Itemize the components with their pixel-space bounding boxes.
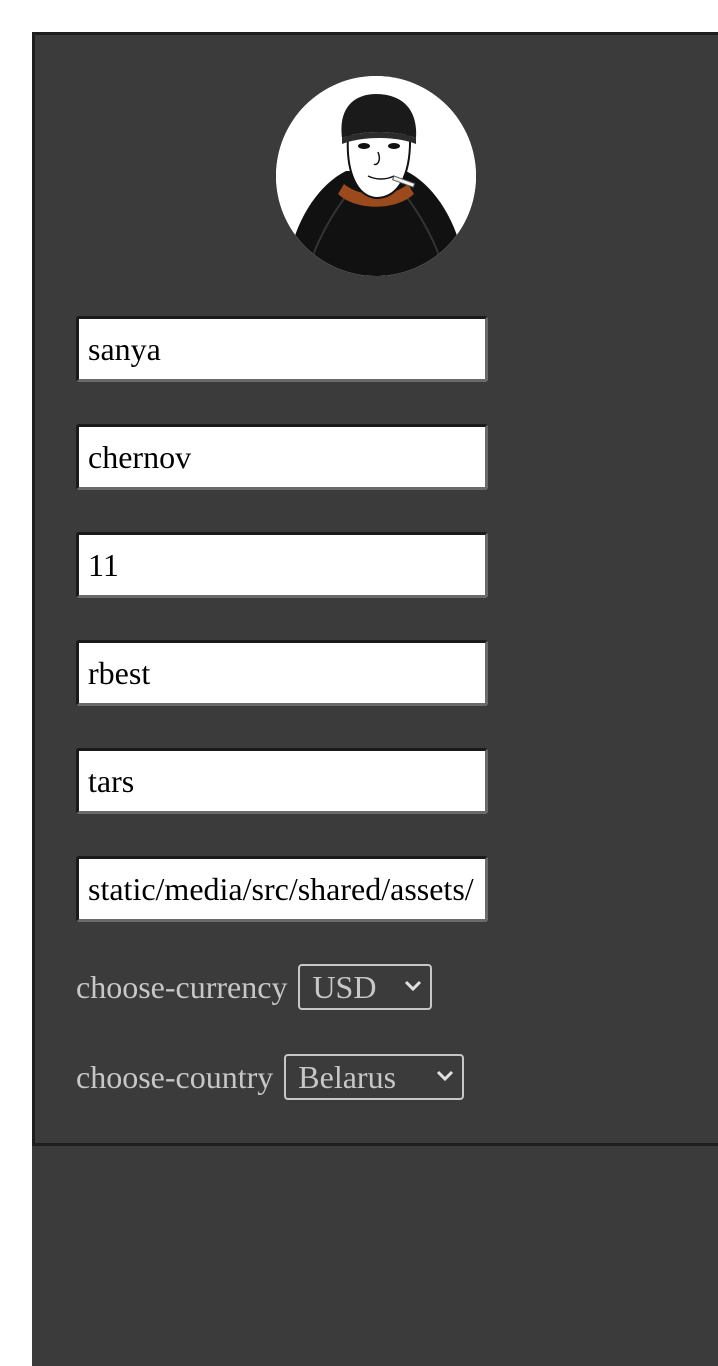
- password-input[interactable]: [76, 748, 488, 814]
- chevron-down-icon: [405, 980, 422, 992]
- first-name-input[interactable]: [76, 316, 488, 382]
- avatar: [276, 76, 476, 276]
- last-name-input[interactable]: [76, 424, 488, 490]
- chevron-down-icon: [437, 1070, 454, 1082]
- avatar-doomer-icon: [276, 76, 476, 276]
- currency-select[interactable]: USD: [298, 964, 433, 1010]
- country-row: choose-country Belarus: [76, 1054, 465, 1100]
- country-selected-value: Belarus: [298, 1058, 397, 1095]
- currency-row: choose-currency USD: [76, 964, 433, 1010]
- currency-selected-value: USD: [312, 968, 377, 1005]
- country-label: choose-country: [76, 1058, 274, 1095]
- currency-label: choose-currency: [76, 968, 288, 1005]
- avatar-path-input[interactable]: [76, 856, 488, 922]
- username-input[interactable]: [76, 640, 488, 706]
- age-input[interactable]: [76, 532, 488, 598]
- country-select[interactable]: Belarus: [284, 1054, 465, 1100]
